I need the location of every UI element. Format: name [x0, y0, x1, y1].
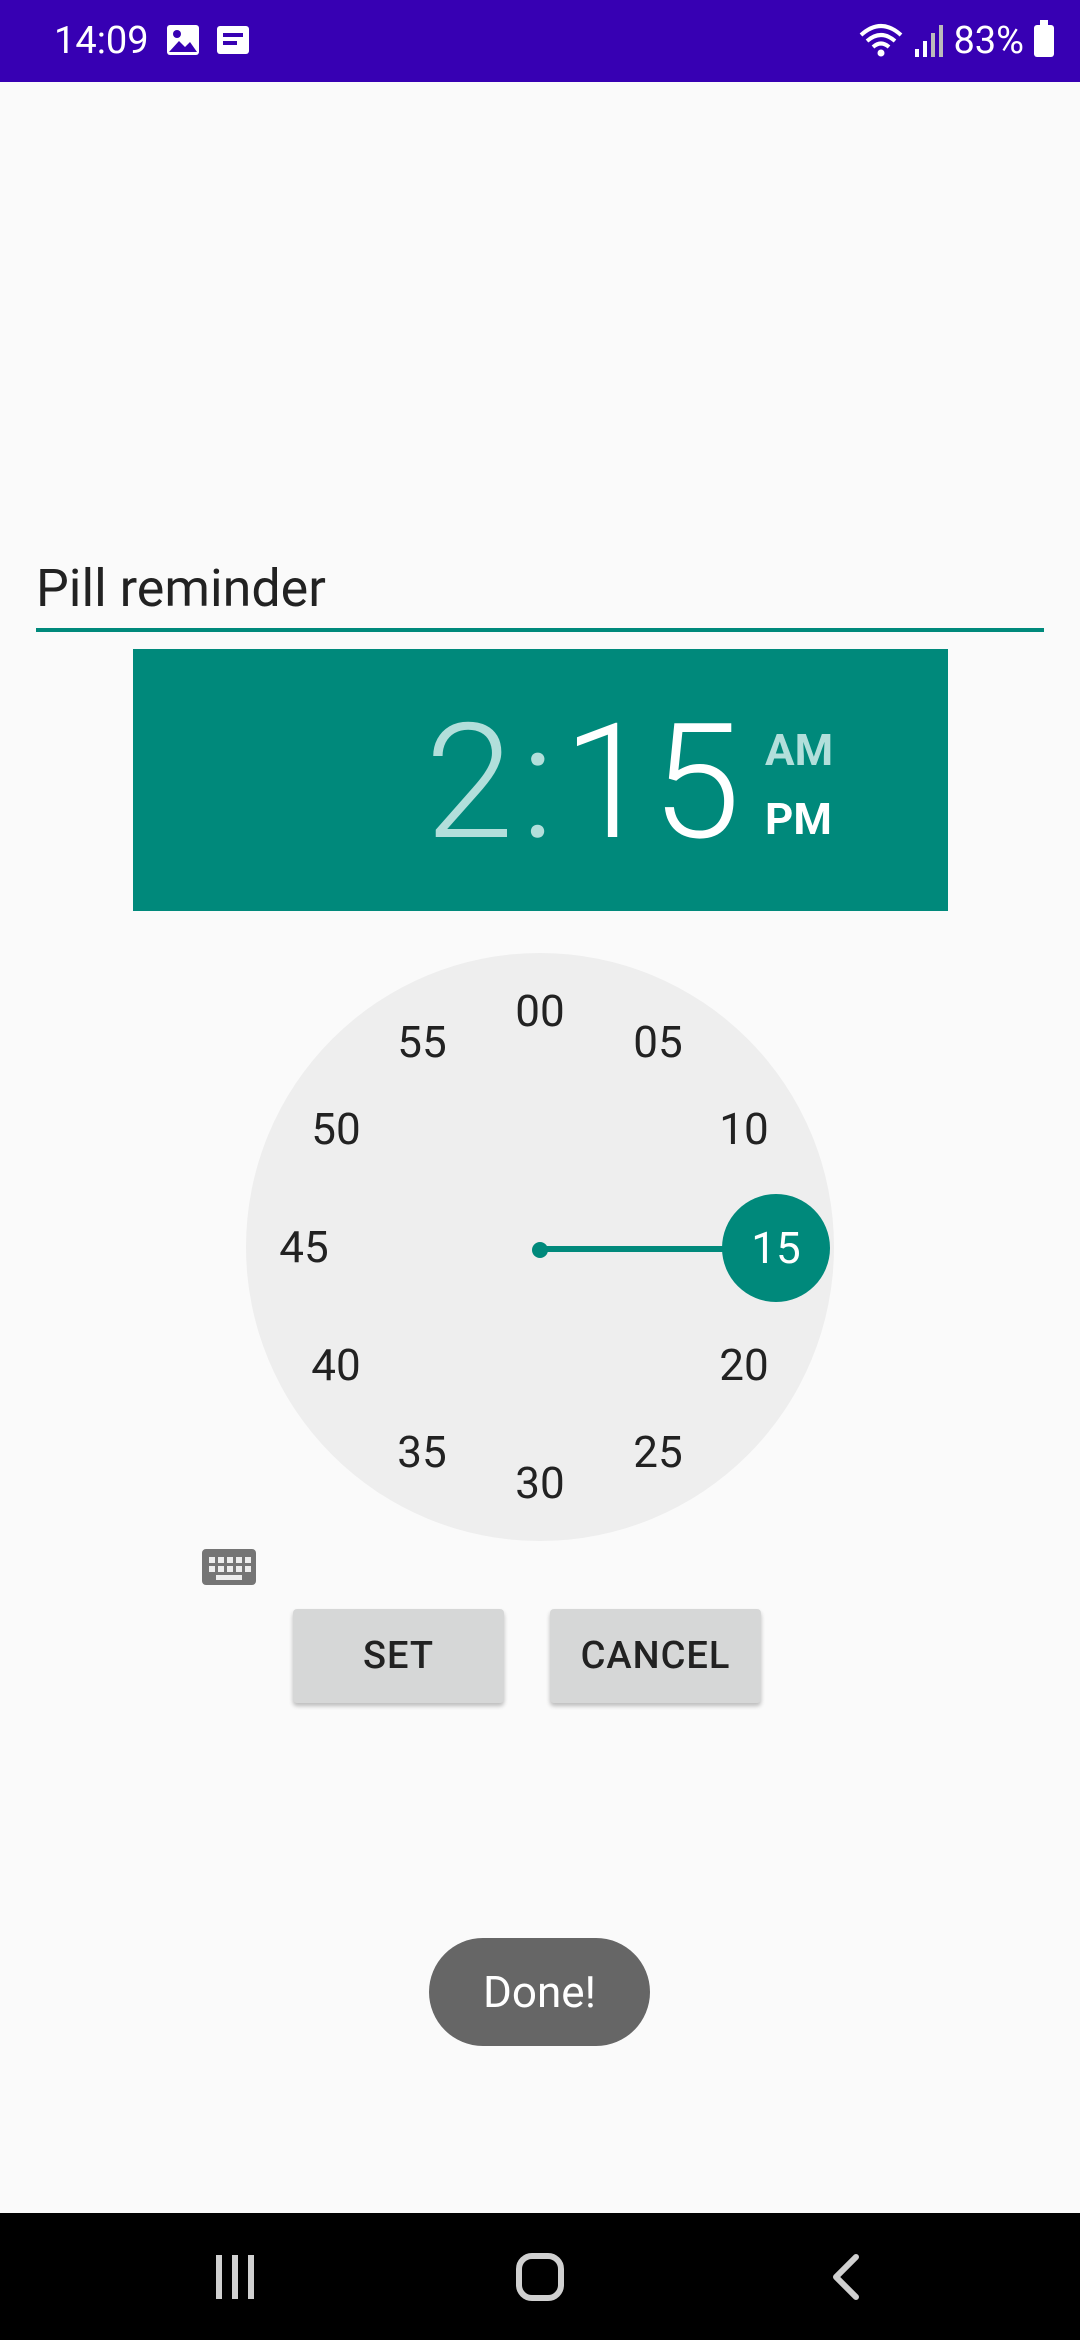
clock-minute-10[interactable]: 10 — [704, 1099, 784, 1159]
clock-minute-25[interactable]: 25 — [618, 1422, 698, 1482]
pm-toggle[interactable]: PM — [765, 793, 832, 845]
recent-apps-icon[interactable] — [216, 2255, 260, 2299]
clock-minute-20[interactable]: 20 — [704, 1335, 784, 1395]
navigation-bar — [0, 2213, 1080, 2340]
clock-minute-45[interactable]: 45 — [264, 1217, 344, 1277]
status-right-icons: 83% — [859, 16, 1054, 66]
clock-minute-35[interactable]: 35 — [382, 1422, 462, 1482]
cancel-button[interactable]: CANCEL — [550, 1609, 761, 1703]
clock-center-dot — [532, 1242, 548, 1258]
clock-minute-00[interactable]: 00 — [500, 981, 580, 1041]
time-picker-header: 2 : 15 AM PM — [133, 649, 948, 911]
minute-display[interactable]: 15 — [563, 699, 741, 869]
status-time: 14:09 — [54, 19, 149, 63]
time-separator: : — [521, 690, 555, 877]
status-bar: 14:09 83% — [0, 0, 1080, 82]
message-icon — [217, 26, 249, 54]
home-icon[interactable] — [516, 2253, 564, 2301]
reminder-title-input[interactable] — [36, 548, 1044, 632]
clock-minute-50[interactable]: 50 — [296, 1099, 376, 1159]
set-button[interactable]: SET — [293, 1609, 504, 1703]
status-notification-icons — [166, 24, 250, 56]
toast-message: Done! — [429, 1938, 650, 2046]
back-icon[interactable] — [824, 2253, 872, 2301]
signal-icon — [915, 25, 944, 57]
battery-percentage: 83% — [953, 19, 1024, 63]
clock-minute-55[interactable]: 55 — [382, 1012, 462, 1072]
am-toggle[interactable]: AM — [765, 724, 833, 776]
clock-minute-05[interactable]: 05 — [618, 1012, 698, 1072]
clock-minute-30[interactable]: 30 — [500, 1453, 580, 1513]
battery-icon — [1034, 20, 1054, 57]
keyboard-icon[interactable] — [202, 1549, 256, 1585]
hour-display[interactable]: 2 — [425, 699, 514, 869]
image-icon — [167, 25, 199, 55]
clock-minute-15-selected[interactable]: 15 — [722, 1194, 830, 1302]
wifi-icon — [860, 24, 903, 57]
clock-minute-40[interactable]: 40 — [296, 1335, 376, 1395]
